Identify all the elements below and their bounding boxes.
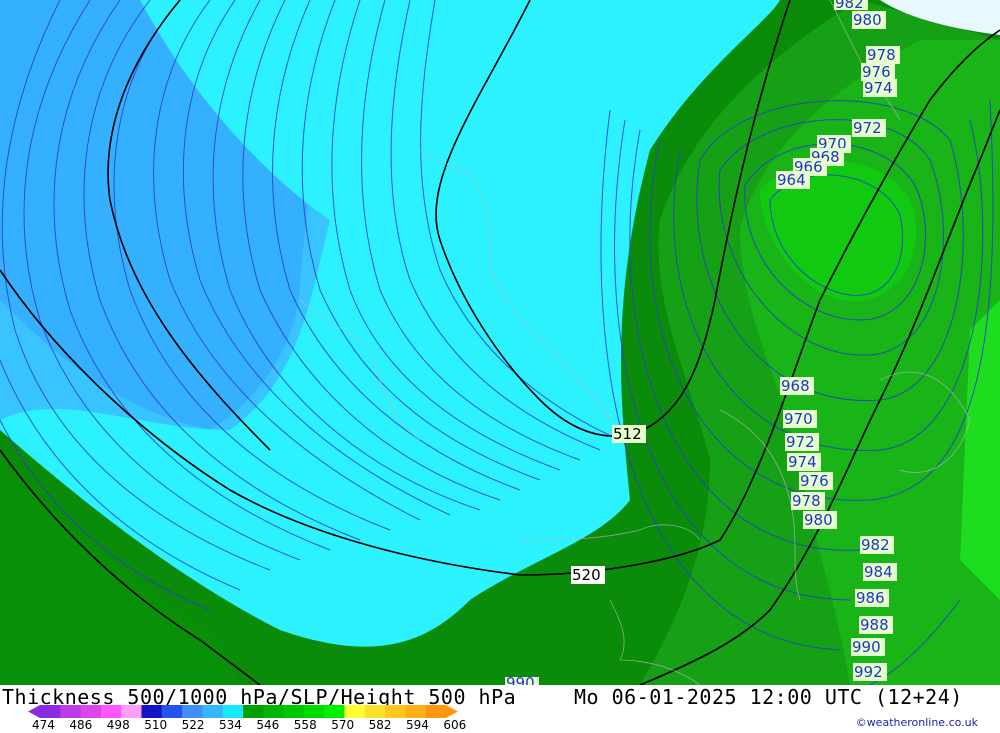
color-scale-swatch [182, 705, 203, 718]
height-label: 520 [572, 566, 601, 584]
slp-label: 976 [800, 472, 829, 490]
color-scale-tick-label: 498 [106, 718, 130, 732]
slp-label: 988 [860, 616, 889, 634]
color-scale-swatch [100, 705, 122, 718]
slp-label: 984 [864, 563, 893, 581]
slp-label: 968 [781, 377, 810, 395]
height-label: 512 [613, 425, 642, 443]
color-scale-ticks: 474 486 498 510 522 534 546 558 570 582 594 606 [0, 718, 520, 733]
color-scale-tick-label: 486 [69, 718, 93, 732]
weather-map: 982 980 978 976 974 972 970 968 966 964 … [0, 0, 1000, 685]
color-scale-swatch [141, 705, 163, 718]
color-scale-swatch [202, 705, 224, 718]
color-scale [28, 705, 458, 718]
color-scale-tick-label: 570 [331, 718, 355, 732]
color-scale-swatch [303, 705, 325, 718]
slp-label: 974 [788, 453, 817, 471]
color-scale-swatch [80, 705, 102, 718]
color-scale-tick-label: 522 [181, 718, 205, 732]
color-scale-swatch [283, 705, 305, 718]
color-scale-swatch [60, 705, 82, 718]
color-scale-tick-label: 606 [443, 718, 467, 732]
slp-label: 990 [852, 638, 881, 656]
slp-label: 972 [786, 433, 815, 451]
color-scale-swatch [324, 705, 345, 718]
slp-label: 986 [856, 589, 885, 607]
slp-label: 972 [853, 119, 882, 137]
slp-label: 980 [853, 11, 882, 29]
color-scale-tick-label: 474 [32, 718, 55, 732]
legend-bar: Thickness 500/1000 hPa/SLP/Height 500 hP… [0, 685, 1000, 733]
slp-label: 964 [777, 171, 806, 189]
color-scale-tick-label: 582 [368, 718, 392, 732]
credit-link[interactable]: ©weatheronline.co.uk [856, 716, 978, 729]
color-scale-tick-label: 510 [144, 718, 168, 732]
color-scale-swatch [405, 705, 427, 718]
color-scale-swatch [243, 705, 264, 718]
color-scale-swatch [222, 705, 244, 718]
slp-label: 978 [792, 492, 821, 510]
slp-label: 970 [784, 410, 813, 428]
slp-label: 992 [854, 663, 883, 681]
slp-label: 990 [506, 674, 535, 685]
color-scale-tick-label: 546 [256, 718, 280, 732]
color-scale-swatch [263, 705, 285, 718]
color-scale-tick-label: 594 [406, 718, 429, 732]
slp-label: 980 [804, 511, 833, 529]
color-scale-swatch [40, 705, 61, 718]
color-scale-swatch [425, 705, 447, 718]
slp-label: 982 [861, 536, 890, 554]
color-scale-tick-label: 558 [293, 718, 317, 732]
slp-label: 974 [864, 79, 893, 97]
slp-label: 978 [867, 46, 896, 64]
color-scale-tick-label: 534 [219, 718, 242, 732]
color-scale-arrow-left [28, 705, 40, 718]
color-scale-arrow-right [446, 705, 458, 718]
color-scale-swatch [161, 705, 183, 718]
valid-time: Mo 06-01-2025 12:00 UTC (12+24) [574, 685, 963, 709]
color-scale-swatch [364, 705, 386, 718]
color-scale-swatch [121, 705, 142, 718]
color-scale-swatch [344, 705, 366, 718]
color-scale-swatch [385, 705, 406, 718]
